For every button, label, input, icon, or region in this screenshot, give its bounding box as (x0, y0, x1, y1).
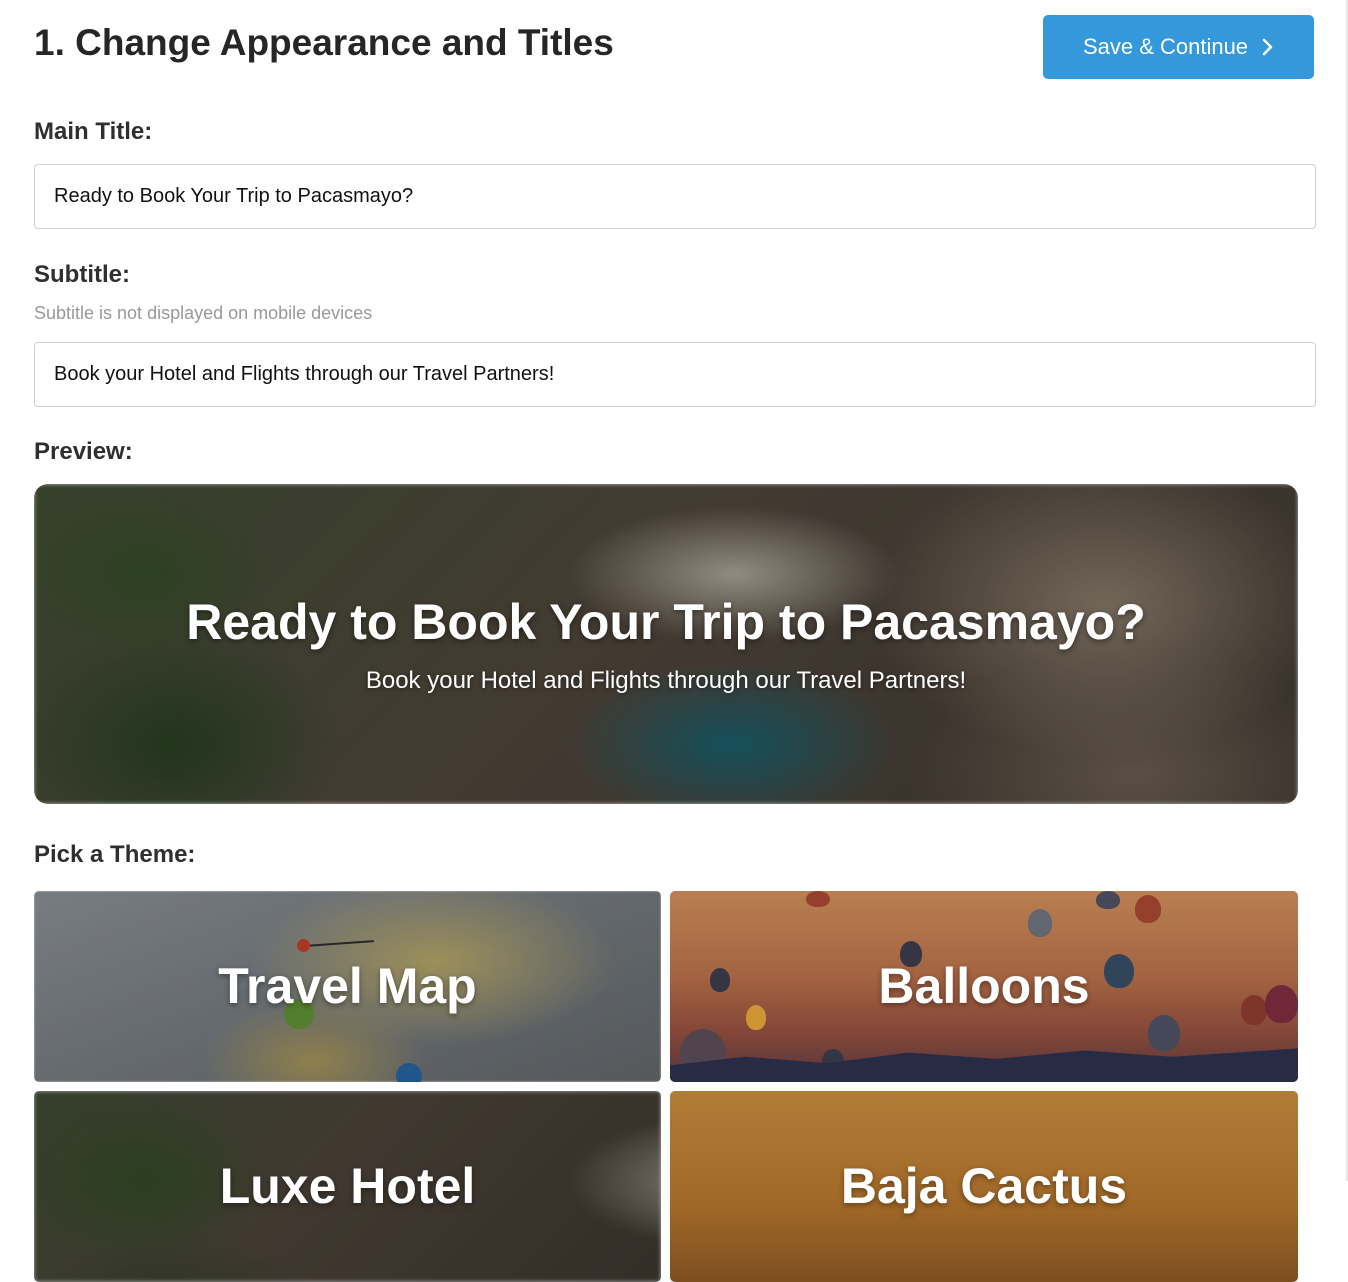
theme-card-travel-map[interactable]: Travel Map (34, 891, 661, 1082)
save-continue-label: Save & Continue (1082, 34, 1249, 59)
subtitle-hint: Subtitle is not displayed on mobile devi… (34, 303, 373, 323)
main-title-input[interactable] (34, 164, 1316, 229)
theme-card-luxe-hotel[interactable]: Luxe Hotel (34, 1091, 661, 1282)
preview-label: Preview: (34, 438, 133, 465)
preview-subtitle: Book your Hotel and Flights through our … (365, 667, 967, 694)
save-continue-button[interactable]: Save & Continue (1043, 15, 1314, 79)
theme-card-baja-cactus[interactable]: Baja Cactus (670, 1091, 1298, 1282)
main-title-label: Main Title: (34, 118, 153, 145)
chevron-right-icon (1262, 38, 1273, 56)
preview-title: Ready to Book Your Trip to Pacasmayo? (186, 594, 1146, 650)
theme-card-balloons[interactable]: Balloons (670, 891, 1298, 1082)
page-title: 1. Change Appearance and Titles (34, 22, 614, 63)
preview-banner: Ready to Book Your Trip to Pacasmayo? Bo… (34, 484, 1298, 804)
theme-label-travel-map: Travel Map (218, 958, 477, 1014)
theme-label-baja-cactus: Baja Cactus (840, 1158, 1128, 1214)
theme-label-balloons: Balloons (878, 958, 1090, 1014)
subtitle-label: Subtitle: (34, 261, 130, 288)
pick-theme-label: Pick a Theme: (34, 841, 196, 868)
subtitle-input[interactable] (34, 342, 1316, 407)
theme-label-luxe-hotel: Luxe Hotel (219, 1158, 476, 1214)
